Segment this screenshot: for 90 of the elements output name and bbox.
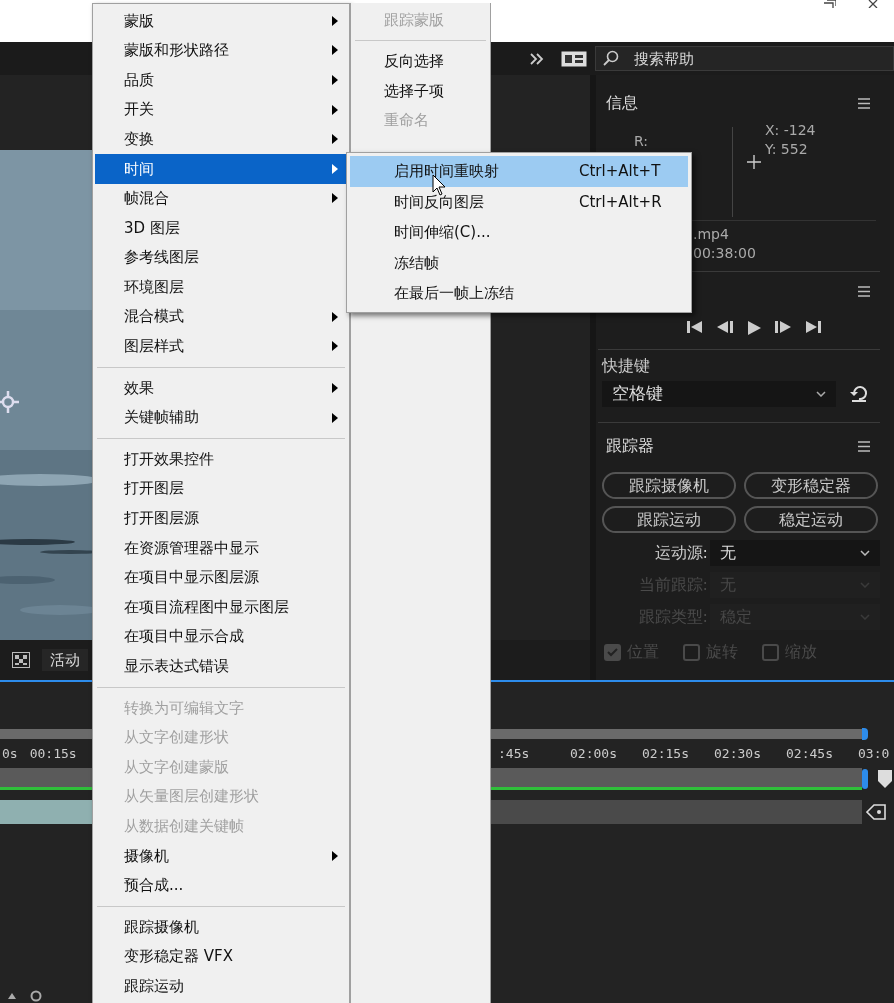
menu-item[interactable]: 打开效果控件 bbox=[95, 444, 347, 474]
chevron-down-icon bbox=[860, 614, 870, 620]
ruler-label: 00:15s bbox=[29, 745, 77, 764]
menu-item[interactable]: 蒙版和形状路径 bbox=[95, 35, 347, 66]
menu-item[interactable]: 时间反向图层 Ctrl+Alt+R bbox=[350, 186, 688, 218]
menu-item[interactable]: 反向选择 bbox=[351, 46, 490, 77]
shortcut-dropdown[interactable]: 空格键 bbox=[602, 381, 836, 407]
ruler-label: 02:30s bbox=[714, 745, 761, 764]
crosshair-icon bbox=[747, 155, 761, 169]
step-forward-icon[interactable] bbox=[775, 321, 791, 333]
menu-icon[interactable] bbox=[858, 286, 870, 297]
menu-item[interactable]: 打开图层源 bbox=[95, 503, 347, 534]
menu-item[interactable]: 摄像机 bbox=[95, 841, 347, 871]
menu-item[interactable]: 启用时间重映射 Ctrl+Alt+T bbox=[350, 156, 688, 187]
menu-item[interactable]: 跟踪运动 bbox=[95, 971, 347, 1001]
field-label: 运动源: bbox=[653, 542, 709, 564]
menu-item[interactable]: 混合模式 bbox=[95, 301, 347, 332]
reset-icon[interactable] bbox=[850, 386, 868, 402]
timecode: 00:38:00 bbox=[693, 244, 757, 263]
end-handle[interactable] bbox=[862, 769, 868, 789]
chevron-down-icon bbox=[816, 391, 826, 397]
menu-item[interactable]: 冻结帧 bbox=[350, 247, 688, 279]
menu-item[interactable]: 在资源管理器中显示 bbox=[95, 533, 347, 563]
menu-item[interactable]: 开关 bbox=[95, 94, 347, 125]
ruler-label: 02:15s bbox=[642, 745, 689, 764]
panel-title: 信息 bbox=[606, 92, 638, 114]
checkmark-icon bbox=[607, 647, 618, 657]
field-dropdown[interactable]: 无 bbox=[710, 540, 880, 566]
menu-item[interactable]: 显示表达式错误 bbox=[95, 651, 347, 682]
menu-item[interactable]: 在项目中显示合成 bbox=[95, 621, 347, 652]
restore-icon[interactable] bbox=[824, 0, 836, 8]
menu-item[interactable]: 跟踪摄像机 bbox=[95, 912, 347, 942]
chevron-down-icon bbox=[860, 582, 870, 588]
step-back-icon[interactable] bbox=[717, 321, 733, 333]
double-chevron-icon[interactable] bbox=[530, 52, 544, 65]
menu-item[interactable]: 时间伸缩(C)... bbox=[350, 217, 688, 248]
shortcut-text: Ctrl+Alt+T bbox=[579, 161, 661, 183]
tracker-button[interactable]: 稳定运动 bbox=[744, 506, 878, 533]
ruler-label: 03:0 bbox=[858, 745, 890, 764]
panel-icon[interactable] bbox=[561, 50, 587, 67]
search-icon bbox=[603, 50, 619, 66]
view-dropdown[interactable]: 活动 bbox=[42, 648, 88, 672]
menu-item[interactable]: 变形稳定器 VFX bbox=[95, 941, 347, 972]
skip-forward-icon[interactable] bbox=[805, 321, 821, 333]
menu-icon[interactable] bbox=[858, 440, 870, 452]
menu-item[interactable]: 关键帧辅助 bbox=[95, 402, 347, 433]
menu-item[interactable]: 选择子项 bbox=[351, 76, 490, 106]
close-icon[interactable] bbox=[868, 0, 878, 8]
tracker-button[interactable]: 跟踪摄像机 bbox=[602, 472, 736, 499]
play-icon[interactable] bbox=[747, 321, 761, 335]
anchor-point-icon[interactable] bbox=[0, 391, 19, 413]
menu-item[interactable]: 在最后一帧上冻结 bbox=[350, 278, 688, 309]
menu-item[interactable]: 打开图层 bbox=[95, 473, 347, 504]
menu-icon[interactable] bbox=[858, 97, 870, 109]
menu-item[interactable]: 变换 bbox=[95, 124, 347, 154]
panel-title: 跟踪器 bbox=[606, 435, 654, 457]
ruler-label: 0s bbox=[2, 745, 18, 764]
r-label: R: bbox=[634, 132, 648, 151]
work-area-handle[interactable] bbox=[862, 728, 868, 740]
menu-item[interactable]: 环境图层 bbox=[95, 272, 347, 302]
ruler-label: 02:00s bbox=[570, 745, 617, 764]
tracker-button[interactable]: 变形稳定器 bbox=[744, 472, 878, 499]
ruler-label: 02:45s bbox=[786, 745, 833, 764]
menu-item[interactable]: 预合成... bbox=[95, 870, 347, 901]
menu-item[interactable]: 帧混合 bbox=[95, 183, 347, 214]
menu-item[interactable]: 蒙版 bbox=[95, 6, 347, 36]
file-name: .mp4 bbox=[693, 225, 730, 244]
ruler-label: :45s bbox=[498, 745, 530, 764]
y-reading: Y: 552 bbox=[765, 140, 809, 159]
zoom-out-icon[interactable] bbox=[8, 993, 16, 999]
menu-item[interactable]: 在项目流程图中显示图层 bbox=[95, 592, 347, 622]
tag-icon[interactable] bbox=[866, 804, 886, 820]
shortcut-text: Ctrl+Alt+R bbox=[579, 191, 662, 213]
menu-item[interactable]: 图层样式 bbox=[95, 331, 347, 362]
shortcut-label: 快捷键 bbox=[602, 355, 651, 377]
menu-item[interactable]: 时间 bbox=[95, 153, 347, 184]
menu-item[interactable]: 在项目中显示图层源 bbox=[95, 562, 347, 593]
layer-clip[interactable] bbox=[0, 800, 92, 824]
zoom-slider-thumb[interactable] bbox=[30, 990, 42, 1002]
checkerboard-icon[interactable] bbox=[12, 652, 30, 668]
skip-back-icon[interactable] bbox=[687, 321, 703, 333]
chevron-down-icon bbox=[860, 550, 870, 556]
menu-item[interactable]: 3D 图层 bbox=[95, 213, 347, 243]
menu-item[interactable]: 品质 bbox=[95, 65, 347, 95]
tracker-button[interactable]: 跟踪运动 bbox=[602, 506, 736, 533]
menu-item[interactable]: 参考线图层 bbox=[95, 242, 347, 273]
search-field[interactable]: 搜索帮助 bbox=[595, 46, 894, 71]
x-reading: X: -124 bbox=[765, 121, 816, 140]
menu-item[interactable]: 效果 bbox=[95, 373, 347, 403]
marker-icon[interactable] bbox=[878, 770, 892, 788]
